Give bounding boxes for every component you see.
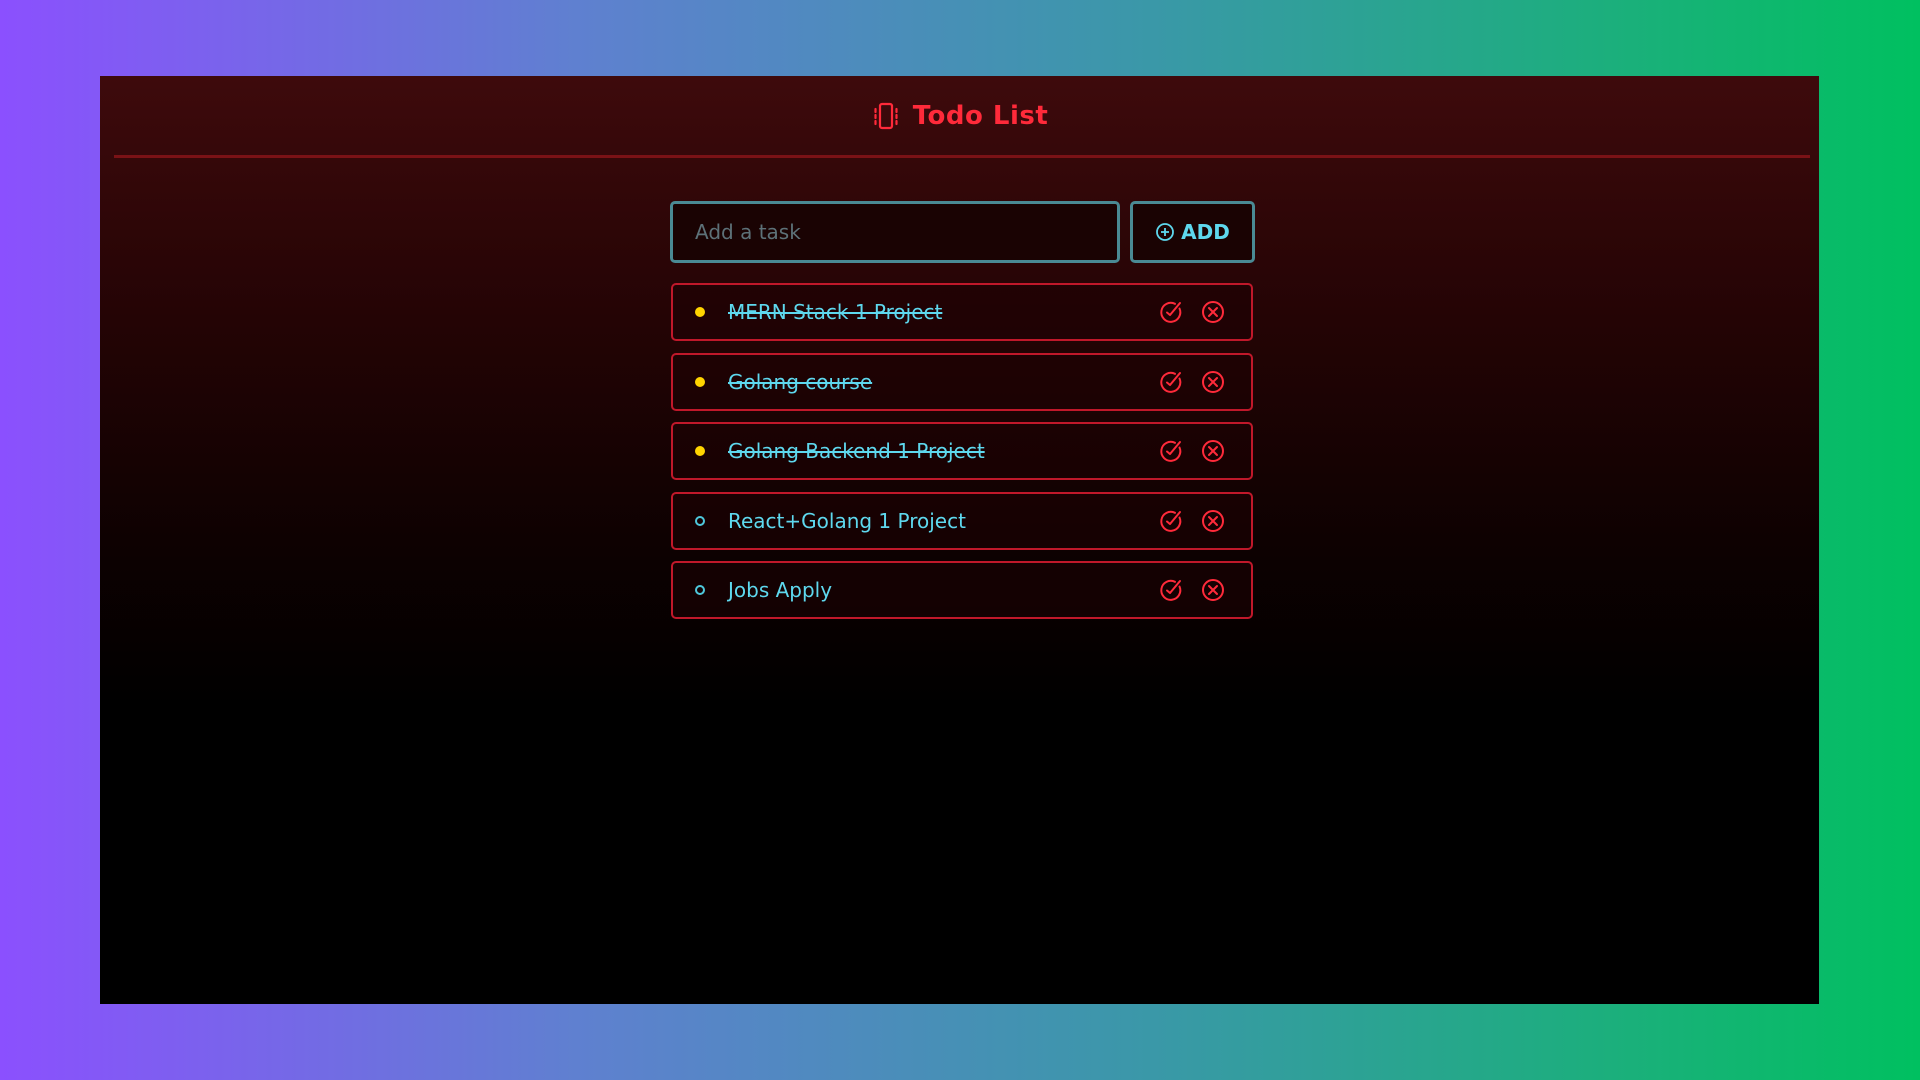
done-dot-icon (695, 446, 705, 456)
task-item[interactable]: MERN Stack 1 Project (671, 283, 1253, 341)
x-circle-icon[interactable] (1200, 369, 1226, 395)
header: Todo List (100, 76, 1819, 156)
task-item[interactable]: React+Golang 1 Project (671, 491, 1253, 550)
add-button[interactable]: ADD (1130, 201, 1255, 263)
check-circle-icon[interactable] (1158, 369, 1184, 395)
check-circle-icon[interactable] (1158, 299, 1184, 325)
task-text: MERN Stack 1 Project (728, 300, 943, 324)
check-circle-icon[interactable] (1158, 438, 1184, 464)
plus-circle-icon (1156, 223, 1175, 241)
add-task-form: ADD (670, 201, 1255, 263)
x-circle-icon[interactable] (1200, 299, 1226, 325)
task-text: Jobs Apply (728, 578, 833, 602)
page-title: Todo List (912, 101, 1049, 131)
task-item[interactable]: Golang Backend 1 Project (671, 422, 1253, 480)
check-circle-icon[interactable] (1158, 577, 1184, 603)
done-dot-icon (695, 307, 705, 317)
check-circle-icon[interactable] (1158, 508, 1184, 534)
task-input[interactable] (670, 201, 1120, 263)
header-divider (114, 155, 1810, 158)
x-circle-icon[interactable] (1200, 438, 1226, 464)
x-circle-icon[interactable] (1200, 577, 1226, 603)
task-item[interactable]: Golang course (671, 352, 1253, 411)
task-list: MERN Stack 1 Project Golang course Golang … (671, 283, 1253, 631)
task-text: Golang Backend 1 Project (728, 439, 985, 463)
app-window: Todo List ADD MERN Stack 1 Project Golang… (100, 76, 1819, 1004)
pending-dot-icon (695, 585, 705, 595)
x-circle-icon[interactable] (1200, 508, 1226, 534)
pending-dot-icon (695, 515, 705, 526)
task-text: Golang course (728, 369, 873, 394)
task-item[interactable]: Jobs Apply (671, 561, 1253, 619)
task-text: React+Golang 1 Project (728, 508, 966, 533)
phone-vibrate-icon (874, 102, 898, 130)
add-button-label: ADD (1181, 220, 1230, 244)
done-dot-icon (695, 376, 705, 387)
